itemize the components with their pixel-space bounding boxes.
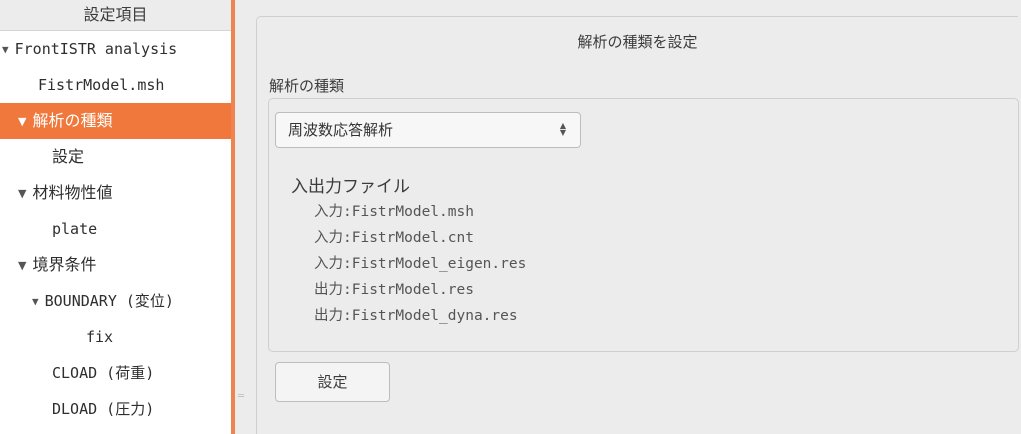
expand-arrow-icon[interactable]: ▼ <box>18 104 26 140</box>
app-window: 設定項目 ▼ FrontISTR analysis FistrModel.msh … <box>0 0 1021 434</box>
io-file-line: 入力:FistrModel.msh <box>314 204 474 220</box>
expand-arrow-icon[interactable]: ▼ <box>18 176 26 212</box>
tree-item-fix[interactable]: fix <box>0 319 231 355</box>
tree-item-cload[interactable]: CLOAD (荷重) <box>0 355 231 391</box>
tree-item-label: fix <box>86 328 114 346</box>
tree-item-label: 材料物性値 <box>32 183 113 202</box>
tree-item-settings[interactable]: 設定 <box>0 139 231 175</box>
tree-item-boundary-displacement[interactable]: ▼ BOUNDARY (変位) <box>0 283 231 319</box>
io-file-line: 出力:FistrModel_dyna.res <box>314 308 518 324</box>
tree-item-boundary-conditions[interactable]: ▼ 境界条件 <box>0 247 231 283</box>
group-title: 解析の種類 <box>267 75 347 96</box>
expand-arrow-icon[interactable]: ▼ <box>32 284 39 320</box>
tree-item-label: BOUNDARY (変位) <box>44 292 174 310</box>
tree-item-label: CLOAD (荷重) <box>52 364 155 382</box>
tree-item-fistrmodel-msh[interactable]: FistrModel.msh <box>0 67 231 103</box>
splitter-handle[interactable]: ═ <box>238 392 244 409</box>
analysis-type-select[interactable]: 周波数応答解析 ▲ ▼ <box>275 112 581 148</box>
tree-item-label: plate <box>52 220 98 238</box>
io-file-line: 出力:FistrModel.res <box>314 282 474 298</box>
tree-item-plate[interactable]: plate <box>0 211 231 247</box>
analysis-type-panel: 解析の種類を設定 解析の種類 周波数応答解析 ▲ ▼ 入出力ファイル 入力:Fis… <box>256 16 1019 434</box>
tree-item-analysis-type[interactable]: ▼ 解析の種類 <box>0 103 231 139</box>
expand-arrow-icon[interactable]: ▼ <box>2 32 9 68</box>
io-file-line: 入力:FistrModel.cnt <box>314 230 474 246</box>
tree-item-label: FistrModel.msh <box>38 76 165 94</box>
tree-item-material-properties[interactable]: ▼ 材料物性値 <box>0 175 231 211</box>
select-value: 周波数応答解析 <box>288 121 394 139</box>
set-button[interactable]: 設定 <box>275 362 390 402</box>
spinner-arrows-icon: ▲ ▼ <box>559 121 566 137</box>
io-files-title: 入出力ファイル <box>291 177 410 197</box>
tree-item-label: 境界条件 <box>32 255 97 274</box>
tree-item-dload[interactable]: DLOAD (圧力) <box>0 391 231 427</box>
tree-item-label: DLOAD (圧力) <box>52 400 155 418</box>
settings-tree-panel: 設定項目 ▼ FrontISTR analysis FistrModel.msh … <box>0 0 235 434</box>
tree-item-label: 解析の種類 <box>32 111 113 130</box>
tree-item-label: 設定 <box>52 147 85 166</box>
tree-item-frontistr-analysis[interactable]: ▼ FrontISTR analysis <box>0 31 231 67</box>
expand-arrow-icon[interactable]: ▼ <box>18 248 26 284</box>
io-file-line: 入力:FistrModel_eigen.res <box>314 256 527 272</box>
tree-item-label: FrontISTR analysis <box>14 40 178 58</box>
panel-title: 解析の種類を設定 <box>577 33 698 51</box>
tree-header: 設定項目 <box>0 0 231 31</box>
